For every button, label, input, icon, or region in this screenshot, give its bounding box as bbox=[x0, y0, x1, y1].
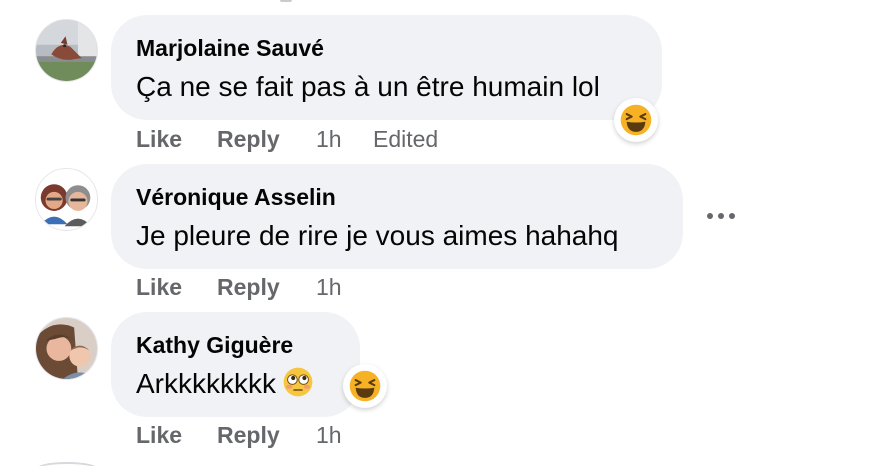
next-comment-avatar-fragment bbox=[36, 462, 98, 466]
avatar[interactable] bbox=[35, 19, 98, 82]
more-dot bbox=[718, 213, 724, 219]
previous-comment-fragment bbox=[280, 0, 292, 2]
comment-bubble: Marjolaine Sauvé Ça ne se fait pas à un … bbox=[111, 15, 662, 120]
selfie-photo-avatar bbox=[36, 318, 97, 379]
comment-text: Arkkkkkkkk bbox=[136, 366, 336, 402]
comment-text: Ça ne se fait pas à un être humain lol bbox=[136, 71, 600, 102]
reply-link[interactable]: Reply bbox=[217, 125, 316, 153]
comment-timestamp[interactable]: 1h bbox=[316, 421, 373, 449]
comment-text-content: Arkkkkkkkk bbox=[136, 368, 276, 399]
comment-actions: Like Reply 1h bbox=[136, 421, 373, 449]
comment-actions: Like Reply 1h Edited bbox=[136, 125, 438, 153]
more-dot bbox=[707, 213, 713, 219]
comment-author[interactable]: Véronique Asselin bbox=[136, 183, 659, 211]
comment-timestamp[interactable]: 1h bbox=[316, 273, 373, 301]
like-link[interactable]: Like bbox=[136, 125, 217, 153]
laughing-face-icon bbox=[349, 370, 381, 402]
couple-photo-avatar bbox=[36, 169, 97, 230]
comment-actions: Like Reply 1h bbox=[136, 273, 373, 301]
avatar[interactable] bbox=[35, 168, 98, 231]
comment-thread: Marjolaine Sauvé Ça ne se fait pas à un … bbox=[0, 0, 882, 466]
comment-bubble: Kathy Giguère Arkkkkkkkk bbox=[111, 312, 360, 417]
comment-timestamp[interactable]: 1h bbox=[316, 125, 373, 153]
like-link[interactable]: Like bbox=[136, 273, 217, 301]
laughing-face-icon bbox=[620, 104, 652, 136]
more-dot bbox=[729, 213, 735, 219]
flushed-face-icon bbox=[282, 366, 314, 398]
edited-label[interactable]: Edited bbox=[373, 125, 438, 153]
reaction-badge[interactable] bbox=[614, 98, 658, 142]
like-link[interactable]: Like bbox=[136, 421, 217, 449]
comment-bubble: Véronique Asselin Je pleure de rire je v… bbox=[111, 164, 683, 269]
comment-text: Je pleure de rire je vous aimes hahahq bbox=[136, 220, 619, 251]
comment-author[interactable]: Kathy Giguère bbox=[136, 331, 336, 359]
more-options-icon[interactable] bbox=[694, 194, 748, 238]
reply-link[interactable]: Reply bbox=[217, 421, 316, 449]
bird-photo-avatar bbox=[36, 20, 97, 81]
reaction-badge[interactable] bbox=[343, 364, 387, 408]
avatar[interactable] bbox=[35, 317, 98, 380]
reply-link[interactable]: Reply bbox=[217, 273, 316, 301]
comment-author[interactable]: Marjolaine Sauvé bbox=[136, 34, 638, 62]
